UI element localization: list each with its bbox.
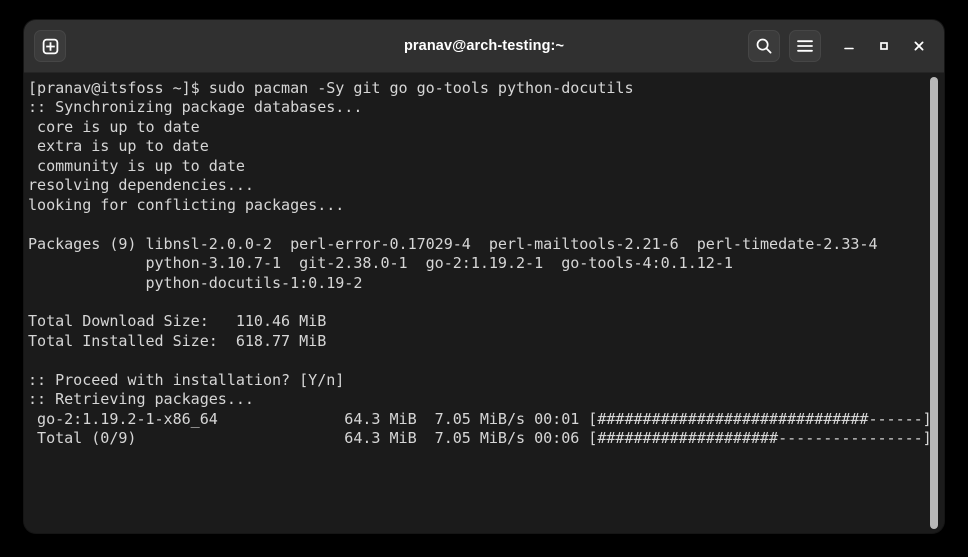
hamburger-menu-icon [796, 39, 814, 53]
terminal-window: pranav@arch-testing:~ [pranav@itsfoss ~]… [24, 20, 944, 533]
menu-button[interactable] [789, 30, 821, 62]
titlebar-right-group [748, 30, 932, 62]
new-tab-icon [42, 38, 59, 55]
minimize-icon [842, 39, 856, 53]
terminal-output: [pranav@itsfoss ~]$ sudo pacman -Sy git … [28, 79, 930, 448]
minimize-button[interactable] [836, 33, 862, 59]
close-icon [912, 39, 926, 53]
terminal-scrollbar[interactable] [930, 73, 944, 533]
search-button[interactable] [748, 30, 780, 62]
terminal-body[interactable]: [pranav@itsfoss ~]$ sudo pacman -Sy git … [24, 73, 944, 533]
new-tab-button[interactable] [34, 30, 66, 62]
window-titlebar: pranav@arch-testing:~ [24, 20, 944, 73]
maximize-button[interactable] [871, 33, 897, 59]
titlebar-left-group [34, 30, 66, 62]
search-icon [755, 37, 773, 55]
close-button[interactable] [906, 33, 932, 59]
terminal-screen[interactable]: [pranav@itsfoss ~]$ sudo pacman -Sy git … [24, 73, 930, 533]
terminal-scrollbar-thumb[interactable] [930, 77, 938, 529]
maximize-icon [877, 39, 891, 53]
